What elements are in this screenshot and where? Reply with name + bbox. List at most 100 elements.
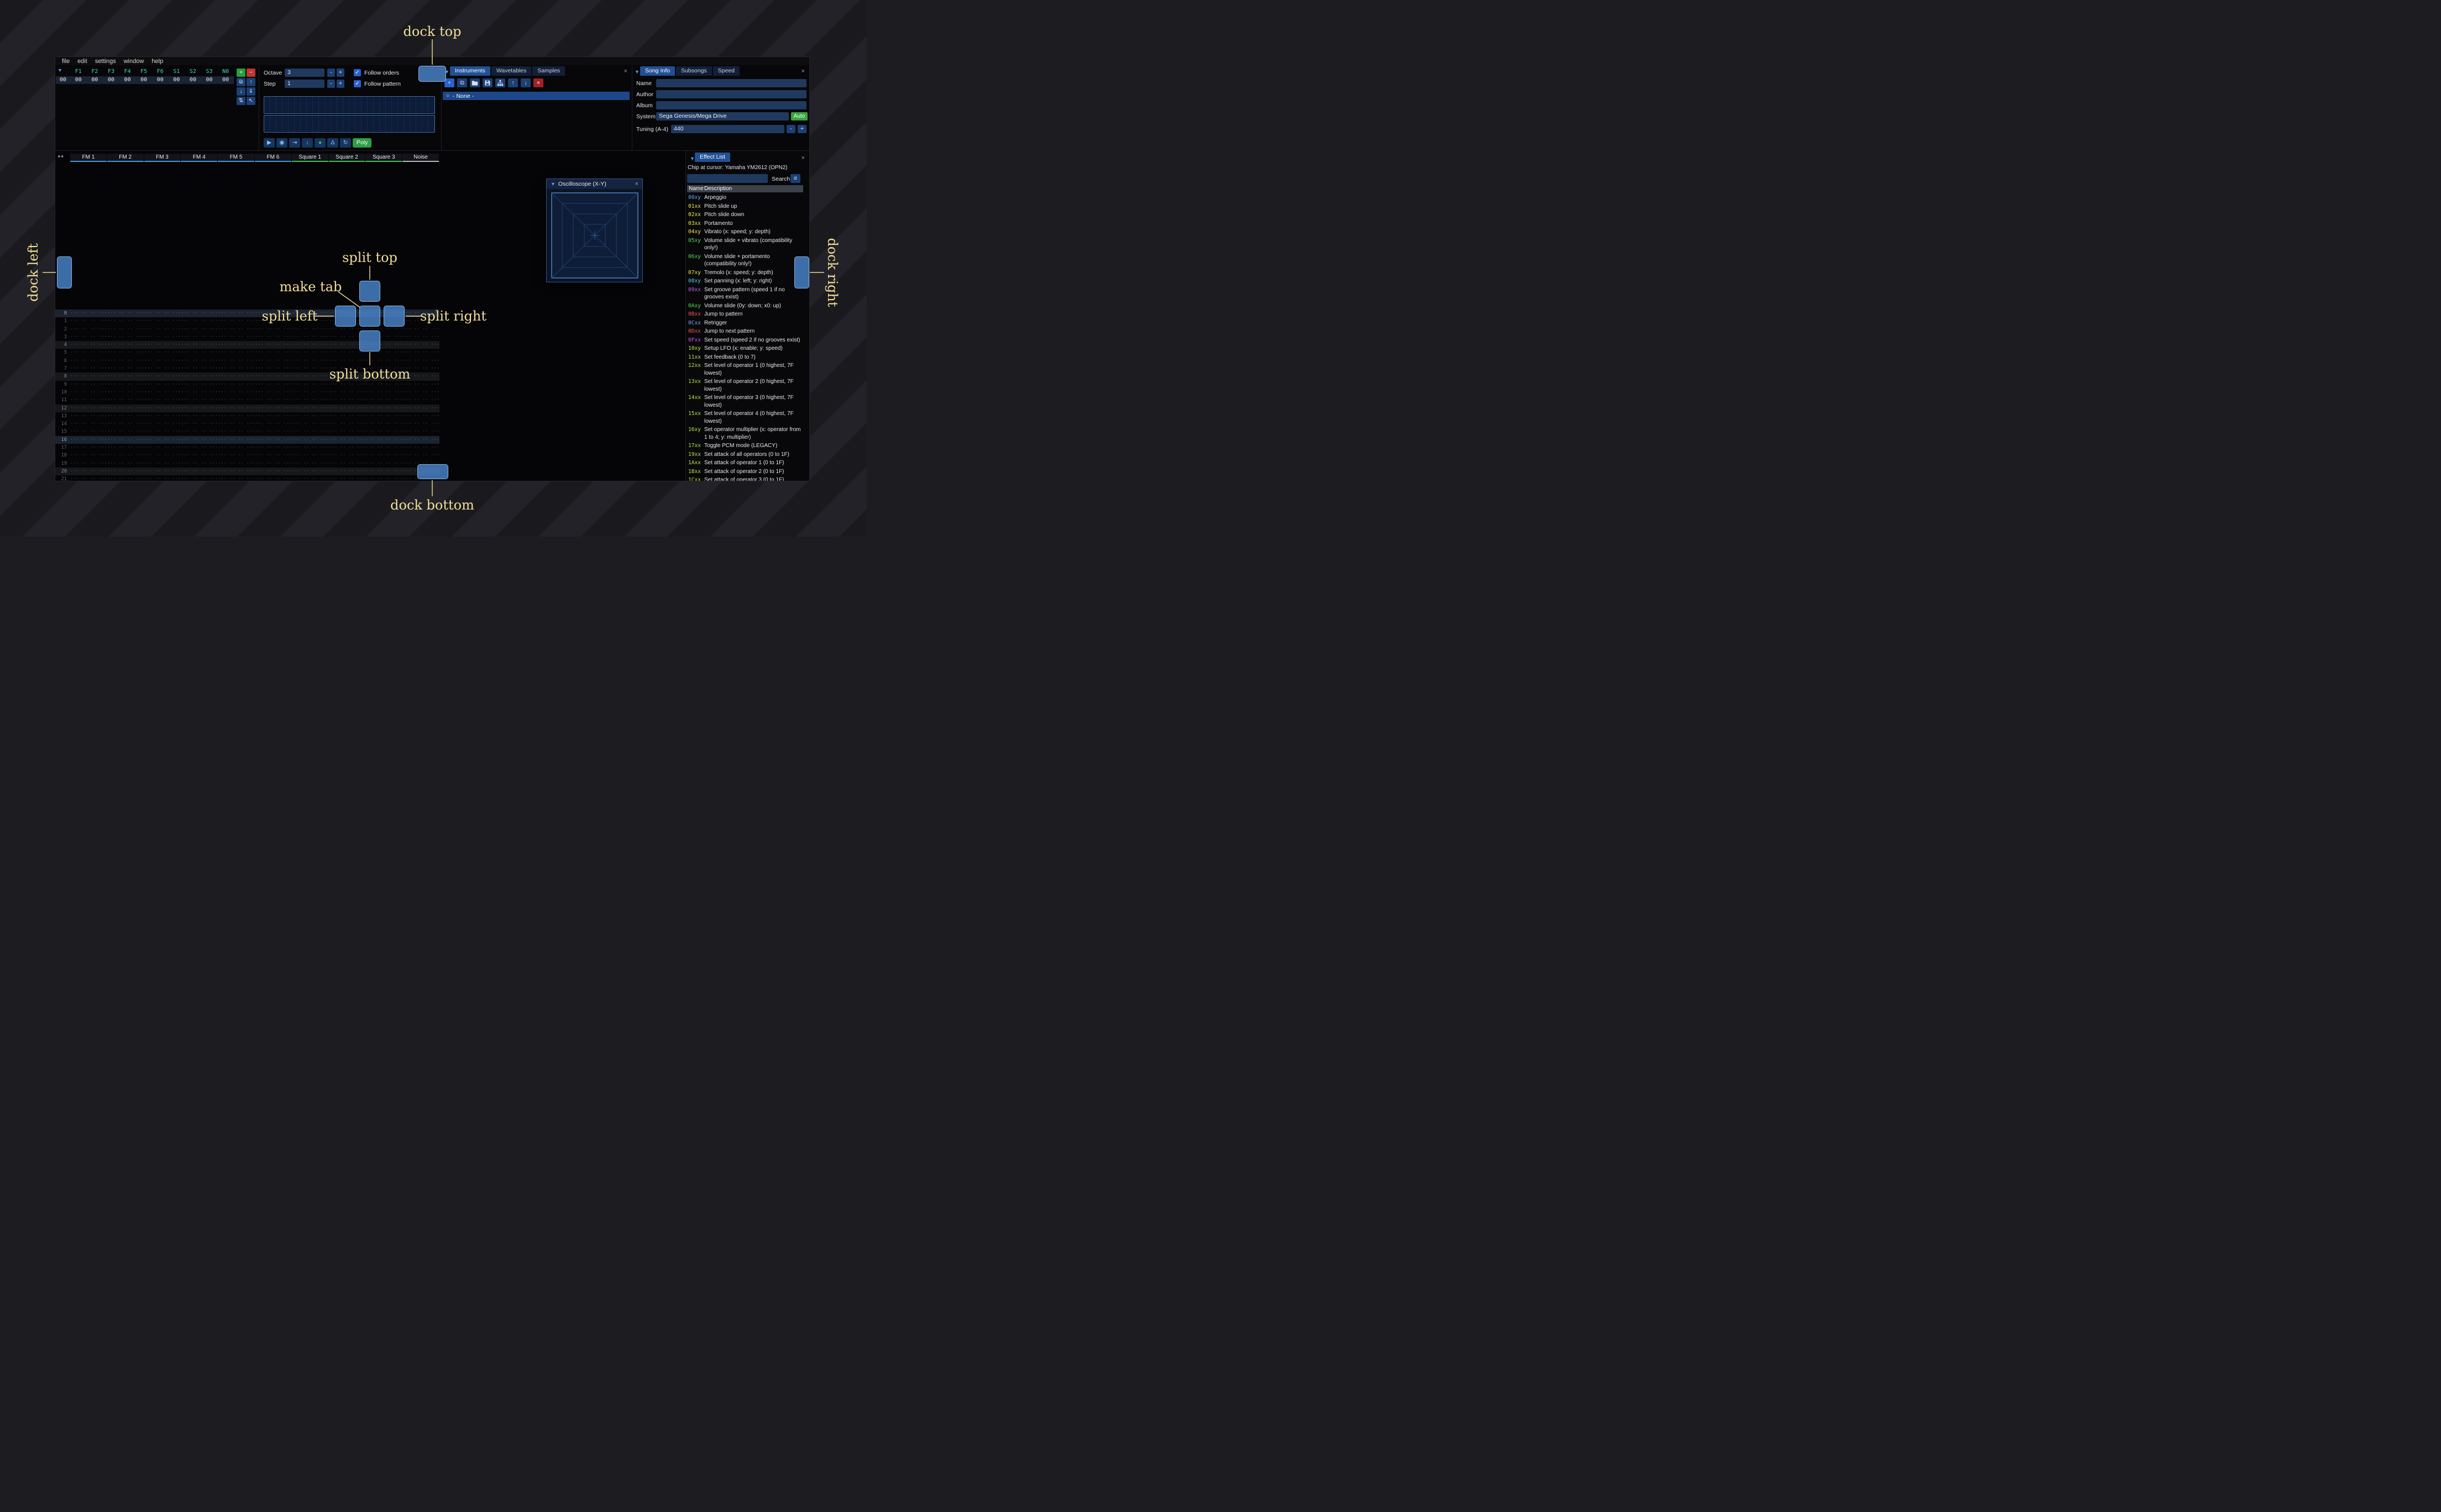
pattern-row-10[interactable]: 10 ··· ·· ·· ··· ··· ·· ·· ··· ··· ·· ·· ··… — [55, 389, 439, 396]
pattern-cell[interactable]: ··· ·· ·· ··· — [70, 381, 107, 389]
pattern-cell[interactable]: ··· ·· ·· ··· — [218, 475, 255, 481]
pattern-cell[interactable]: ··· ·· ·· ··· — [402, 326, 439, 333]
pattern-cell[interactable]: ··· ·· ·· ··· — [144, 444, 181, 452]
pattern-cell[interactable]: ··· ·· ·· ··· — [107, 460, 144, 468]
pattern-cell[interactable]: ··· ·· ·· ··· — [144, 372, 181, 380]
pattern-cell[interactable]: ··· ·· ·· ··· — [144, 460, 181, 468]
octave-input[interactable]: 3 — [285, 69, 324, 77]
pattern-cell[interactable]: ··· ·· ·· ··· — [70, 309, 107, 317]
move-order-up-button[interactable]: ↑ — [247, 78, 255, 86]
split-left-target[interactable] — [335, 306, 356, 327]
menu-item-file[interactable]: file — [62, 58, 70, 65]
duplicate-instrument-button[interactable]: ⧉ — [457, 78, 467, 87]
pattern-cell[interactable]: ··· ·· ·· ··· — [255, 412, 292, 420]
name-field[interactable] — [656, 79, 806, 87]
pattern-cell[interactable]: ··· ·· ·· ··· — [255, 357, 292, 365]
step-decrease-button[interactable]: - — [327, 80, 335, 88]
pattern-cell[interactable]: ··· ·· ·· ··· — [218, 396, 255, 404]
pattern-cell[interactable]: ··· ·· ·· ··· — [181, 412, 218, 420]
orders-current-row[interactable]: 00 00 00 00 00 00 00 00 00 00 00 — [56, 76, 234, 84]
pattern-cell[interactable]: ··· ·· ·· ··· — [402, 357, 439, 365]
pattern-cell[interactable]: ··· ·· ·· ··· — [70, 357, 107, 365]
pattern-cell[interactable]: ··· ·· ·· ··· — [292, 428, 329, 435]
pattern-cell[interactable]: ··· ·· ·· ··· — [292, 365, 329, 372]
order-cell[interactable]: 00 — [169, 76, 185, 84]
pattern-row-18[interactable]: 18 ··· ·· ·· ··· ··· ·· ·· ··· ··· ·· ·· ··… — [55, 452, 439, 459]
pattern-cell[interactable]: ··· ·· ·· ··· — [218, 428, 255, 435]
pattern-cell[interactable]: ··· ·· ·· ··· — [292, 475, 329, 481]
pattern-cell[interactable]: ··· ·· ·· ··· — [144, 389, 181, 396]
tab-song-info[interactable]: Song Info — [640, 66, 675, 76]
pattern-cell[interactable]: ··· ·· ·· ··· — [107, 309, 144, 317]
pattern-cell[interactable]: ··· ·· ·· ··· — [144, 365, 181, 372]
pattern-cell[interactable]: ··· ·· ·· ··· — [329, 396, 366, 404]
stop-button[interactable]: ↓ — [302, 138, 313, 148]
dock-bottom-target[interactable] — [417, 464, 448, 479]
follow-orders-checkbox[interactable]: ✓ — [354, 69, 361, 76]
pattern-cell[interactable]: ··· ·· ·· ··· — [144, 333, 181, 341]
pattern-cell[interactable]: ··· ·· ·· ··· — [70, 475, 107, 481]
channel-header-square-3[interactable]: Square 3 — [365, 154, 402, 162]
order-cell[interactable]: 00 — [201, 76, 218, 84]
pattern-cell[interactable]: ··· ·· ·· ··· — [365, 412, 403, 420]
pattern-cell[interactable]: ··· ·· ·· ··· — [107, 436, 144, 444]
move-instrument-up-button[interactable]: ↑ — [508, 78, 518, 87]
collapse-arrow-icon[interactable]: ▼ — [551, 181, 556, 187]
dock-left-target[interactable] — [57, 256, 72, 288]
tuning-increase-button[interactable]: + — [798, 125, 806, 133]
pattern-cell[interactable]: ··· ·· ·· ··· — [181, 349, 218, 356]
pattern-cell[interactable]: ··· ·· ·· ··· — [218, 444, 255, 452]
dock-right-target[interactable] — [794, 256, 809, 288]
pattern-cell[interactable]: ··· ·· ·· ··· — [329, 460, 366, 468]
menu-item-edit[interactable]: edit — [77, 58, 87, 65]
pattern-cell[interactable]: ··· ·· ·· ··· — [329, 436, 366, 444]
pattern-cell[interactable]: ··· ·· ·· ··· — [365, 460, 403, 468]
pattern-row-4[interactable]: 4 ··· ·· ·· ··· ··· ·· ·· ··· ··· ·· ·· ···… — [55, 341, 439, 349]
pattern-cell[interactable]: ··· ·· ·· ··· — [292, 452, 329, 459]
oscilloscope-window[interactable]: ▼ Oscilloscope (X-Y) × — [546, 179, 643, 282]
order-cell[interactable]: 00 — [217, 76, 234, 84]
pattern-cell[interactable]: ··· ·· ·· ··· — [181, 341, 218, 349]
pattern-cell[interactable]: ··· ·· ·· ··· — [70, 372, 107, 380]
pattern-cell[interactable]: ··· ·· ·· ··· — [218, 460, 255, 468]
pattern-cell[interactable]: ··· ·· ·· ··· — [402, 349, 439, 356]
split-right-target[interactable] — [384, 306, 405, 327]
pattern-cell[interactable]: ··· ·· ·· ··· — [144, 475, 181, 481]
pattern-cell[interactable]: ··· ·· ·· ··· — [70, 468, 107, 475]
pattern-cell[interactable]: ··· ·· ·· ··· — [402, 333, 439, 341]
pattern-cell[interactable]: ··· ·· ·· ··· — [365, 405, 403, 412]
order-change-mode-button[interactable]: ⇅ — [237, 97, 245, 105]
system-field[interactable]: Sega Genesis/Mega Drive — [656, 112, 789, 120]
duplicate-order-end-button[interactable]: ⇓ — [247, 87, 255, 96]
channel-header-fm-6[interactable]: FM 6 — [254, 154, 291, 162]
channel-header-fm-3[interactable]: FM 3 — [144, 154, 181, 162]
pattern-cell[interactable]: ··· ·· ·· ··· — [70, 436, 107, 444]
pattern-row-20[interactable]: 20 ··· ·· ·· ··· ··· ·· ·· ··· ··· ·· ·· ··… — [55, 467, 439, 476]
pattern-cell[interactable]: ··· ·· ·· ··· — [402, 436, 439, 444]
piano-upper-octaves[interactable] — [264, 96, 435, 114]
order-cell[interactable]: 00 — [119, 76, 136, 84]
pattern-cell[interactable]: ··· ·· ·· ··· — [70, 389, 107, 396]
tab-wavetables[interactable]: Wavetables — [491, 66, 532, 76]
pattern-cell[interactable]: ··· ·· ·· ··· — [70, 326, 107, 333]
channel-header-fm-1[interactable]: FM 1 — [70, 154, 107, 162]
pattern-cell[interactable]: ··· ·· ·· ··· — [218, 309, 255, 317]
pattern-cell[interactable]: ··· ·· ·· ··· — [70, 405, 107, 412]
system-auto-button[interactable]: Auto — [791, 112, 808, 120]
follow-pattern-checkbox[interactable]: ✓ — [354, 80, 361, 87]
collapse-arrow-icon[interactable]: ▼ — [690, 156, 695, 161]
pattern-cell[interactable]: ··· ·· ·· ··· — [365, 357, 403, 365]
pattern-cell[interactable]: ··· ·· ·· ··· — [218, 372, 255, 380]
pattern-cell[interactable]: ··· ·· ·· ··· — [107, 333, 144, 341]
pattern-cell[interactable]: ··· ·· ·· ··· — [255, 396, 292, 404]
pattern-cell[interactable]: ··· ·· ·· ··· — [181, 326, 218, 333]
hamburger-menu-icon[interactable]: ≡ — [790, 174, 800, 183]
pattern-cell[interactable]: ··· ·· ·· ··· — [70, 341, 107, 349]
pattern-cell[interactable]: ··· ·· ·· ··· — [218, 341, 255, 349]
pattern-cell[interactable]: ··· ·· ·· ··· — [255, 405, 292, 412]
menu-item-help[interactable]: help — [151, 58, 163, 65]
pattern-cell[interactable]: ··· ·· ·· ··· — [218, 333, 255, 341]
pattern-row-3[interactable]: 3 ··· ·· ·· ··· ··· ·· ·· ··· ··· ·· ·· ···… — [55, 333, 439, 341]
order-cell[interactable]: 00 — [87, 76, 103, 84]
tuning-field[interactable]: 440 — [671, 125, 784, 133]
